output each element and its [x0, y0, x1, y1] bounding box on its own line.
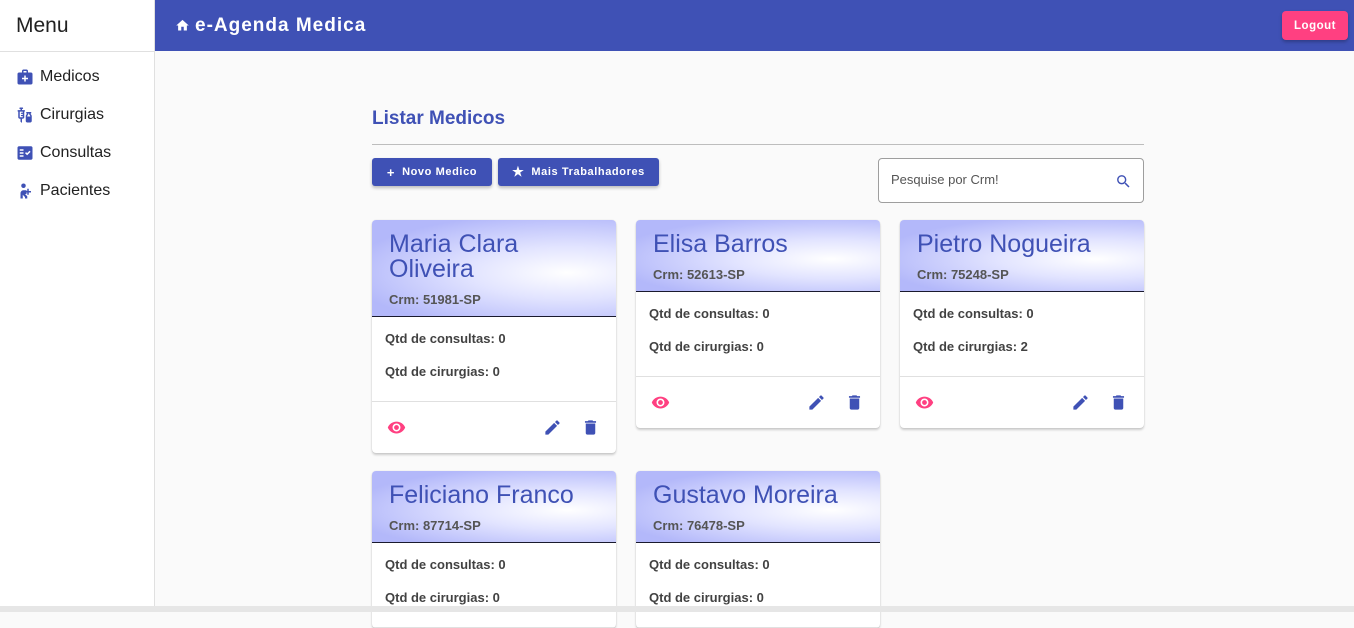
doctor-card-body: Qtd de consultas: 0 Qtd de cirurgias: 0 [372, 317, 616, 402]
medical-bag-icon [17, 69, 33, 85]
app-title[interactable]: e-Agenda Medica [195, 15, 366, 37]
home-icon[interactable] [175, 18, 190, 33]
toolbar: + Novo Medico ★ Mais Trabalhadores [372, 158, 1144, 218]
doctor-name: Feliciano Franco [389, 481, 574, 509]
new-doctor-label: Novo Medico [402, 166, 478, 178]
doctor-card: Maria Clara Oliveira Crm: 51981-SP Qtd d… [372, 220, 616, 453]
consultations-count: Qtd de consultas: 0 [649, 557, 770, 572]
sidebar-item-cirurgias[interactable]: Cirurgias [0, 96, 154, 134]
doctor-card-header: Maria Clara Oliveira Crm: 51981-SP [372, 220, 616, 317]
doctor-card-header: Gustavo Moreira Crm: 76478-SP [636, 471, 880, 543]
doctor-card-actions [900, 377, 1144, 428]
delete-icon[interactable] [845, 393, 864, 412]
doctor-card-header: Elisa Barros Crm: 52613-SP [636, 220, 880, 292]
doctor-card-header: Pietro Nogueira Crm: 75248-SP [900, 220, 1144, 292]
vaccines-icon [17, 107, 32, 123]
doctor-card-actions [372, 402, 616, 453]
edit-icon[interactable] [807, 393, 826, 412]
sidebar-item-label: Medicos [40, 68, 100, 85]
sidebar-item-pacientes[interactable]: Pacientes [0, 172, 154, 210]
doctor-card-actions [636, 377, 880, 428]
eye-icon[interactable] [915, 393, 934, 412]
surgeries-count: Qtd de cirurgias: 2 [913, 339, 1028, 354]
sidebar-title: Menu [0, 0, 154, 52]
fact-check-icon [17, 146, 33, 160]
edit-icon[interactable] [543, 418, 562, 437]
sidebar-item-label: Pacientes [40, 182, 111, 199]
doctor-crm: Crm: 75248-SP [917, 267, 1009, 282]
consultations-count: Qtd de consultas: 0 [385, 331, 506, 346]
doctor-name: Maria Clara Oliveira [389, 230, 519, 283]
doctor-card-header: Feliciano Franco Crm: 87714-SP [372, 471, 616, 543]
doctor-crm: Crm: 76478-SP [653, 518, 745, 533]
doctor-card: Feliciano Franco Crm: 87714-SP Qtd de co… [372, 471, 616, 628]
more-workers-button[interactable]: ★ Mais Trabalhadores [498, 158, 659, 186]
main-content: Listar Medicos + Novo Medico ★ Mais Trab… [372, 108, 1144, 628]
doctor-card-body: Qtd de consultas: 0 Qtd de cirurgias: 0 [636, 292, 880, 377]
surgeries-count: Qtd de cirurgias: 0 [649, 339, 764, 354]
eye-icon[interactable] [387, 418, 406, 437]
doctor-name: Gustavo Moreira [653, 481, 838, 509]
doctor-card: Pietro Nogueira Crm: 75248-SP Qtd de con… [900, 220, 1144, 428]
patient-icon [20, 183, 31, 199]
search-icon[interactable] [1115, 173, 1132, 190]
plus-icon: + [386, 164, 396, 180]
doctor-card-body: Qtd de consultas: 0 Qtd de cirurgias: 0 [636, 543, 880, 628]
consultations-count: Qtd de consultas: 0 [913, 306, 1034, 321]
doctor-crm: Crm: 87714-SP [389, 518, 481, 533]
edit-icon[interactable] [1071, 393, 1090, 412]
doctor-card-body: Qtd de consultas: 0 Qtd de cirurgias: 0 [372, 543, 616, 628]
more-workers-label: Mais Trabalhadores [531, 166, 645, 178]
search-input[interactable] [891, 172, 1101, 187]
logout-button[interactable]: Logout [1282, 11, 1348, 40]
surgeries-count: Qtd de cirurgias: 0 [649, 590, 764, 605]
consultations-count: Qtd de consultas: 0 [649, 306, 770, 321]
horizontal-scrollbar[interactable] [0, 606, 1354, 612]
doctor-card: Elisa Barros Crm: 52613-SP Qtd de consul… [636, 220, 880, 428]
consultations-count: Qtd de consultas: 0 [385, 557, 506, 572]
sidebar-nav: Medicos Cirurgias Consultas Pacientes [0, 52, 154, 210]
sidebar: Menu Medicos Cirurgias Consultas Pacient… [0, 0, 155, 612]
doctor-crm: Crm: 51981-SP [389, 292, 481, 307]
sidebar-item-medicos[interactable]: Medicos [0, 58, 154, 96]
doctor-card-body: Qtd de consultas: 0 Qtd de cirurgias: 2 [900, 292, 1144, 377]
search-field [878, 158, 1144, 203]
top-app-bar: e-Agenda Medica Logout [155, 0, 1354, 51]
star-icon: ★ [512, 164, 525, 179]
sidebar-item-label: Cirurgias [40, 106, 105, 123]
sidebar-item-label: Consultas [40, 144, 112, 161]
surgeries-count: Qtd de cirurgias: 0 [385, 364, 500, 379]
sidebar-item-consultas[interactable]: Consultas [0, 134, 154, 172]
page-title: Listar Medicos [372, 108, 1144, 145]
doctor-crm: Crm: 52613-SP [653, 267, 745, 282]
delete-icon[interactable] [1109, 393, 1128, 412]
doctor-name: Elisa Barros [653, 230, 788, 258]
eye-icon[interactable] [651, 393, 670, 412]
surgeries-count: Qtd de cirurgias: 0 [385, 590, 500, 605]
new-doctor-button[interactable]: + Novo Medico [372, 158, 492, 186]
doctor-card: Gustavo Moreira Crm: 76478-SP Qtd de con… [636, 471, 880, 628]
delete-icon[interactable] [581, 418, 600, 437]
doctor-name: Pietro Nogueira [917, 230, 1091, 258]
